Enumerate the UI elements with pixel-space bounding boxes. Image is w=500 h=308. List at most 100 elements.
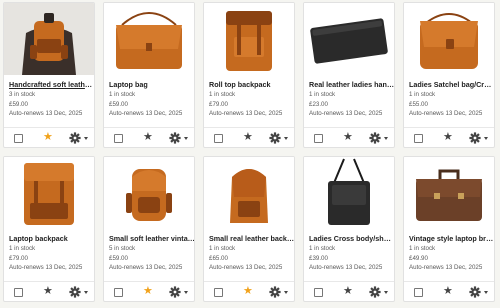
listing-info: Ladies Satchel bag/Cro… 1 in stock £55.0… <box>409 80 494 119</box>
listing-info: Laptop bag 1 in stock £59.00 Auto-renews… <box>109 80 194 119</box>
listing-title[interactable]: Handcrafted soft leathe… <box>9 80 94 90</box>
listing-actions: ★ <box>304 128 394 147</box>
gear-dropdown-icon[interactable] <box>369 285 391 299</box>
gear-dropdown-icon[interactable] <box>269 285 291 299</box>
gear-dropdown-icon[interactable] <box>369 131 391 145</box>
listing-actions: ★ <box>104 282 194 301</box>
listing-title[interactable]: Vintage style laptop bri… <box>409 234 494 244</box>
listing-actions: ★ <box>104 128 194 147</box>
listing-title[interactable]: Laptop bag <box>109 80 194 90</box>
auto-renew-date: Auto-renews 13 Dec, 2025 <box>409 110 483 118</box>
star-icon[interactable]: ★ <box>343 131 353 144</box>
stock-count: 1 in stock <box>9 245 36 252</box>
stock-count: 1 in stock <box>109 91 136 98</box>
listing-info: Small real leather back… 1 in stock £65.… <box>209 234 294 273</box>
backpack-on-person-image[interactable] <box>4 3 94 75</box>
listing-card[interactable]: Small real leather back… 1 in stock £65.… <box>203 156 295 302</box>
listing-actions: ★ <box>404 282 494 301</box>
black-crossbody-bag-image[interactable] <box>304 157 394 229</box>
listing-info: Small soft leather vinta… 5 in stock £59… <box>109 234 194 273</box>
auto-renew-date: Auto-renews 13 Dec, 2025 <box>9 110 83 118</box>
star-icon[interactable]: ★ <box>243 285 253 298</box>
listing-card[interactable]: Small soft leather vinta… 5 in stock £59… <box>103 156 195 302</box>
auto-renew-date: Auto-renews 13 Dec, 2025 <box>409 264 483 272</box>
listing-info: Ladies Cross body/sho… 1 in stock £39.00… <box>309 234 394 273</box>
listing-actions: ★ <box>204 128 294 147</box>
listing-title[interactable]: Laptop backpack <box>9 234 94 244</box>
listing-actions: ★ <box>204 282 294 301</box>
listing-price: £49.90 <box>409 254 428 262</box>
select-checkbox[interactable] <box>214 288 223 297</box>
listing-actions: ★ <box>4 128 94 147</box>
listing-card[interactable]: Ladies Satchel bag/Cro… 1 in stock £55.0… <box>403 2 495 148</box>
listing-price: £65.00 <box>209 254 228 262</box>
star-icon[interactable]: ★ <box>443 131 453 144</box>
stock-count: 1 in stock <box>309 91 336 98</box>
laptop-backpack-image[interactable] <box>4 157 94 229</box>
stock-count: 1 in stock <box>209 91 236 98</box>
star-icon[interactable]: ★ <box>343 285 353 298</box>
listing-card[interactable]: Vintage style laptop bri… 1 in stock £49… <box>403 156 495 302</box>
listing-price: £55.00 <box>409 100 428 108</box>
auto-renew-date: Auto-renews 13 Dec, 2025 <box>209 110 283 118</box>
gear-dropdown-icon[interactable] <box>69 131 91 145</box>
listing-price: £59.00 <box>109 100 128 108</box>
star-icon[interactable]: ★ <box>443 285 453 298</box>
listing-price: £23.00 <box>309 100 328 108</box>
star-icon[interactable]: ★ <box>243 131 253 144</box>
listing-title[interactable]: Real leather ladies han… <box>309 80 394 90</box>
roll-top-backpack-image[interactable] <box>204 3 294 75</box>
satchel-bag-image[interactable] <box>404 3 494 75</box>
listing-card[interactable]: Real leather ladies han… 1 in stock £23.… <box>303 2 395 148</box>
select-checkbox[interactable] <box>414 288 423 297</box>
listing-title[interactable]: Small soft leather vinta… <box>109 234 194 244</box>
auto-renew-date: Auto-renews 13 Dec, 2025 <box>309 110 383 118</box>
listing-card[interactable]: Laptop bag 1 in stock £59.00 Auto-renews… <box>103 2 195 148</box>
gear-dropdown-icon[interactable] <box>469 285 491 299</box>
listing-actions: ★ <box>4 282 94 301</box>
star-icon[interactable]: ★ <box>43 285 53 298</box>
star-icon[interactable]: ★ <box>43 131 53 144</box>
listing-title[interactable]: Small real leather back… <box>209 234 294 244</box>
listing-title[interactable]: Ladies Cross body/sho… <box>309 234 394 244</box>
select-checkbox[interactable] <box>14 288 23 297</box>
listing-actions: ★ <box>304 282 394 301</box>
select-checkbox[interactable] <box>114 134 123 143</box>
select-checkbox[interactable] <box>414 134 423 143</box>
listing-card[interactable]: Handcrafted soft leathe… 3 in stock £59.… <box>3 2 95 148</box>
listing-title[interactable]: Roll top backpack <box>209 80 294 90</box>
star-icon[interactable]: ★ <box>143 285 153 298</box>
listing-card[interactable]: Laptop backpack 1 in stock £79.00 Auto-r… <box>3 156 95 302</box>
gear-dropdown-icon[interactable] <box>169 285 191 299</box>
small-leather-backpack-image[interactable] <box>204 157 294 229</box>
stock-count: 3 in stock <box>9 91 36 98</box>
listing-info: Handcrafted soft leathe… 3 in stock £59.… <box>9 80 94 119</box>
gear-dropdown-icon[interactable] <box>169 131 191 145</box>
listing-info: Real leather ladies han… 1 in stock £23.… <box>309 80 394 119</box>
auto-renew-date: Auto-renews 13 Dec, 2025 <box>9 264 83 272</box>
listing-card[interactable]: Roll top backpack 1 in stock £79.00 Auto… <box>203 2 295 148</box>
brown-briefcase-image[interactable] <box>404 157 494 229</box>
small-vintage-backpack-image[interactable] <box>104 157 194 229</box>
black-wallet-image[interactable] <box>304 3 394 75</box>
laptop-bag-image[interactable] <box>104 3 194 75</box>
select-checkbox[interactable] <box>114 288 123 297</box>
star-icon[interactable]: ★ <box>143 131 153 144</box>
select-checkbox[interactable] <box>214 134 223 143</box>
listing-card[interactable]: Ladies Cross body/sho… 1 in stock £39.00… <box>303 156 395 302</box>
gear-dropdown-icon[interactable] <box>469 131 491 145</box>
stock-count: 1 in stock <box>409 245 436 252</box>
listing-title[interactable]: Ladies Satchel bag/Cro… <box>409 80 494 90</box>
gear-dropdown-icon[interactable] <box>269 131 291 145</box>
auto-renew-date: Auto-renews 13 Dec, 2025 <box>309 264 383 272</box>
listing-price: £79.00 <box>209 100 228 108</box>
select-checkbox[interactable] <box>314 288 323 297</box>
stock-count: 1 in stock <box>209 245 236 252</box>
auto-renew-date: Auto-renews 13 Dec, 2025 <box>109 110 183 118</box>
select-checkbox[interactable] <box>14 134 23 143</box>
listing-actions: ★ <box>404 128 494 147</box>
stock-count: 1 in stock <box>309 245 336 252</box>
select-checkbox[interactable] <box>314 134 323 143</box>
stock-count: 5 in stock <box>109 245 136 252</box>
gear-dropdown-icon[interactable] <box>69 285 91 299</box>
